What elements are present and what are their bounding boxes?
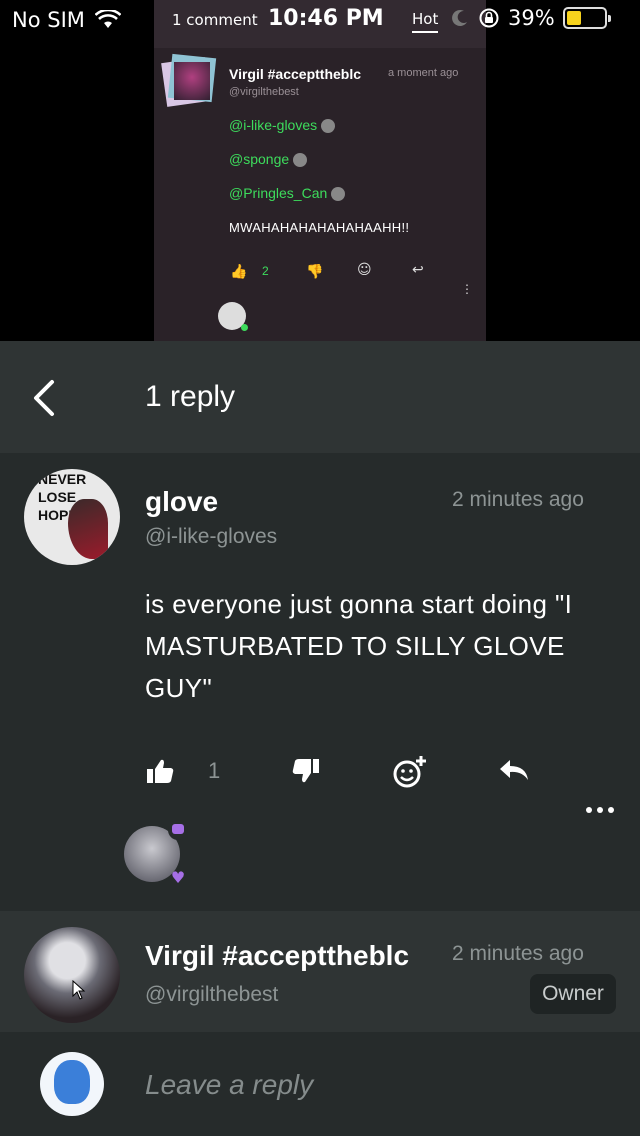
- carrier-label: No SIM: [12, 8, 85, 32]
- avatar[interactable]: [24, 927, 120, 1023]
- reply-input[interactable]: [145, 1062, 605, 1108]
- battery-percent: 39%: [508, 6, 555, 30]
- reply-icon[interactable]: [498, 758, 530, 784]
- battery-icon: [562, 7, 611, 29]
- tab-hot[interactable]: Hot: [412, 10, 439, 33]
- thumbs-down-icon: 👎: [306, 264, 324, 280]
- skull-icon: [293, 153, 308, 168]
- owner-timestamp: 2 minutes ago: [452, 942, 584, 965]
- comment-text: is everyone just gonna start doing "I MA…: [145, 589, 573, 703]
- video-comment-avatar: [161, 53, 217, 107]
- back-chevron-icon[interactable]: [30, 378, 60, 418]
- thumbs-up-icon: 👍: [230, 264, 248, 280]
- rotation-lock-icon: [479, 8, 499, 28]
- reply-header: [0, 341, 640, 453]
- thumbs-down-icon[interactable]: [292, 757, 320, 785]
- video-mention: @i-like-gloves: [229, 117, 318, 133]
- add-reaction-icon: ☺: [357, 262, 372, 278]
- chat-bubble-icon: [168, 820, 188, 840]
- comment-timestamp: 2 minutes ago: [452, 488, 584, 511]
- video-comment-text: MWAHAHAHAHAHAHAAHH!!: [229, 220, 410, 235]
- video-comment-handle: @virgilthebest: [229, 86, 299, 98]
- avatar: [40, 1052, 104, 1116]
- pointer-cursor-icon: [72, 980, 86, 1000]
- owner-name[interactable]: Virgil #accepttheblc: [145, 940, 430, 972]
- video-comment-time: a moment ago: [388, 67, 459, 79]
- reply-icon: ↩: [412, 262, 424, 278]
- thumbs-up-icon[interactable]: [146, 757, 174, 785]
- video-comment-name: Virgil #accepttheblc: [229, 66, 362, 82]
- skull-icon: [331, 187, 346, 202]
- add-reaction-icon[interactable]: [392, 754, 428, 790]
- comment-count: 1 comment: [172, 11, 258, 29]
- comment-author-name[interactable]: glove: [145, 486, 218, 518]
- video-mention: @sponge: [229, 151, 290, 167]
- status-bar: No SIM 1 comment 10:46 PM Hot 39%: [0, 0, 640, 40]
- video-mention: @Pringles_Can: [229, 185, 328, 201]
- like-count: 1: [208, 758, 221, 783]
- more-icon: ⋮: [461, 282, 473, 296]
- page-title: 1 reply: [145, 380, 236, 413]
- avatar-icon: [321, 119, 336, 134]
- video-reply-avatar: [218, 302, 248, 331]
- video-like-count: 2: [262, 264, 269, 278]
- heart-icon: ♥: [170, 868, 186, 887]
- moon-icon: [452, 9, 467, 26]
- comment-author-handle: @i-like-gloves: [145, 525, 278, 548]
- more-options-icon[interactable]: [584, 800, 616, 820]
- wifi-icon: [94, 10, 121, 28]
- avatar[interactable]: NEVER LOSE HOPE: [24, 469, 120, 565]
- owner-badge: Owner: [530, 974, 616, 1014]
- owner-handle: @virgilthebest: [145, 983, 279, 1006]
- clock: 10:46 PM: [268, 6, 384, 31]
- video-frame: [154, 0, 486, 341]
- video-player[interactable]: [0, 0, 640, 341]
